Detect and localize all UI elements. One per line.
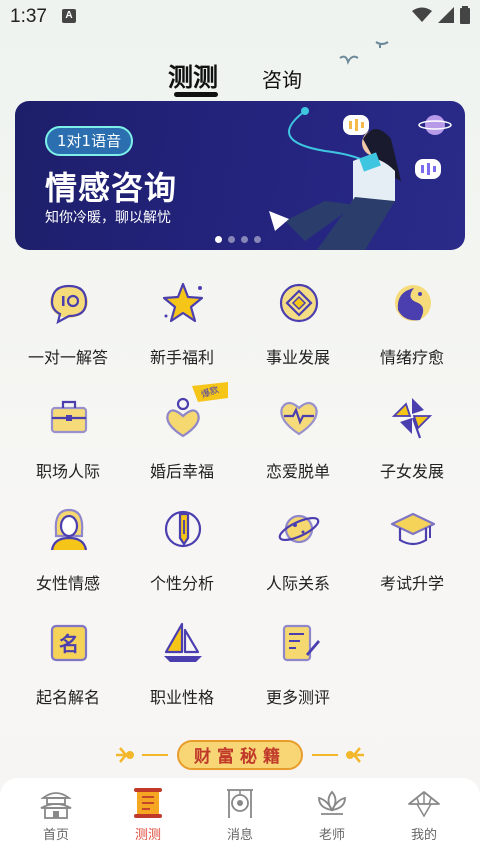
notification-icon: A (62, 9, 76, 23)
status-icons (412, 6, 470, 24)
star-icon (162, 282, 204, 323)
nav-label-mine: 我的 (410, 828, 437, 843)
battery-icon (460, 6, 470, 24)
grid-item-romance[interactable]: 恋爱脱单 (238, 386, 358, 486)
grid-item-label: 更多测评 (265, 688, 330, 707)
nav-messages[interactable]: 消息 (202, 786, 278, 848)
tab-zixun[interactable]: 咨询 (262, 64, 302, 93)
grid-item-label: 女性情感 (35, 574, 100, 593)
scroll-icon (134, 788, 162, 818)
grid-item-more-tests[interactable]: 更多测评 (238, 612, 358, 712)
grid-item-career[interactable]: 事业发展 (238, 272, 358, 372)
banner-title: 情感咨询 (45, 169, 178, 207)
woman-icon (50, 508, 88, 551)
status-time: 1:37 (10, 6, 47, 27)
pager-dot[interactable] (241, 236, 248, 243)
grid-item-label: 子女发展 (379, 462, 444, 481)
top-tabs: 测测 咨询 (0, 41, 480, 98)
hot-badge-icon: 爆款 (192, 382, 228, 402)
grid-item-one-on-one[interactable]: 一对一解答 (8, 272, 128, 372)
graduation-cap-icon (390, 512, 436, 546)
grid-item-naming[interactable]: 名 起名解名 (8, 612, 128, 712)
name-seal-icon: 名 (50, 624, 88, 662)
nav-label-messages: 消息 (226, 828, 253, 843)
coin-icon (279, 283, 319, 323)
nav-teachers[interactable]: 老师 (294, 786, 370, 848)
promo-banner[interactable]: 1对1语音 情感咨询 知你冷暖，聊以解忧 (15, 101, 465, 250)
wifi-icon (412, 7, 432, 22)
grid-item-female-emotion[interactable]: 女性情感 (8, 498, 128, 598)
grid-item-label: 职场人际 (35, 462, 100, 481)
grid-item-label: 婚后幸福 (149, 462, 214, 481)
pinwheel-icon (391, 398, 433, 439)
lotus-icon (318, 790, 346, 815)
planet-icon (278, 514, 320, 544)
bottom-nav: 首页 测测 消息 老师 我的 (0, 778, 480, 853)
grid-item-label: 职业性格 (149, 688, 214, 707)
banner-badge: 1对1语音 (45, 126, 134, 156)
grid-item-label: 情绪疗愈 (379, 348, 444, 367)
tab-active-indicator (174, 92, 218, 97)
straw-hat-icon (408, 791, 440, 818)
banner-pager (215, 236, 261, 243)
grid-item-label: 一对一解答 (27, 348, 108, 367)
grid-item-label: 起名解名 (35, 688, 100, 707)
chat-bubble-icon (50, 284, 88, 325)
scroll-pen-icon (282, 624, 320, 662)
gong-icon (227, 789, 253, 818)
pager-dot[interactable] (215, 236, 222, 243)
grid-item-label: 新手福利 (149, 348, 214, 367)
grid-item-label: 个性分析 (149, 574, 214, 593)
briefcase-icon (50, 400, 88, 434)
wealth-tips-banner[interactable]: 财富秘籍 (112, 738, 368, 772)
svg-text:名: 名 (59, 632, 79, 656)
yin-yang-fish-icon (395, 285, 431, 321)
grid-item-children[interactable]: 子女发展 (352, 386, 472, 486)
grid-item-workplace[interactable]: 职场人际 (8, 386, 128, 486)
nav-ceshi[interactable]: 测测 (110, 786, 186, 848)
pager-dot[interactable] (254, 236, 261, 243)
banner-subtitle: 知你冷暖，聊以解忧 (45, 210, 171, 226)
pager-dot[interactable] (228, 236, 235, 243)
pen-circle-icon (164, 510, 202, 548)
status-bar: 1:37 A (0, 0, 480, 34)
banner-illustration (269, 107, 452, 250)
wealth-banner-decoration: 财富秘籍 (116, 740, 364, 770)
nav-home[interactable]: 首页 (18, 786, 94, 848)
grid-item-career-personality[interactable]: 职业性格 (122, 612, 242, 712)
grid-item-label: 事业发展 (265, 348, 330, 367)
grid-item-newbie[interactable]: 新手福利 (122, 272, 242, 372)
birds-decoration-icon (339, 41, 389, 65)
nav-label-teachers: 老师 (318, 828, 345, 843)
signal-icon (438, 7, 454, 23)
grid-item-label: 人际关系 (265, 574, 330, 593)
grid-item-emotion-healing[interactable]: 情绪疗愈 (352, 272, 472, 372)
sailboat-icon (164, 622, 202, 662)
grid-item-exams[interactable]: 考试升学 (352, 498, 472, 598)
temple-icon (40, 792, 72, 819)
tab-ceshi[interactable]: 测测 (168, 58, 218, 94)
grid-item-marriage[interactable]: 爆款 婚后幸福 (122, 382, 242, 486)
grid-item-label: 恋爱脱单 (265, 462, 330, 481)
grid-item-relationships[interactable]: 人际关系 (238, 498, 358, 598)
wealth-banner-label: 财富秘籍 (193, 746, 286, 767)
grid-item-label: 考试升学 (379, 574, 444, 593)
grid-item-personality[interactable]: 个性分析 (122, 498, 242, 598)
heartbeat-icon (280, 401, 318, 436)
nav-label-home: 首页 (42, 828, 69, 843)
nav-label-ceshi: 测测 (134, 828, 161, 843)
nav-mine[interactable]: 我的 (386, 786, 462, 848)
